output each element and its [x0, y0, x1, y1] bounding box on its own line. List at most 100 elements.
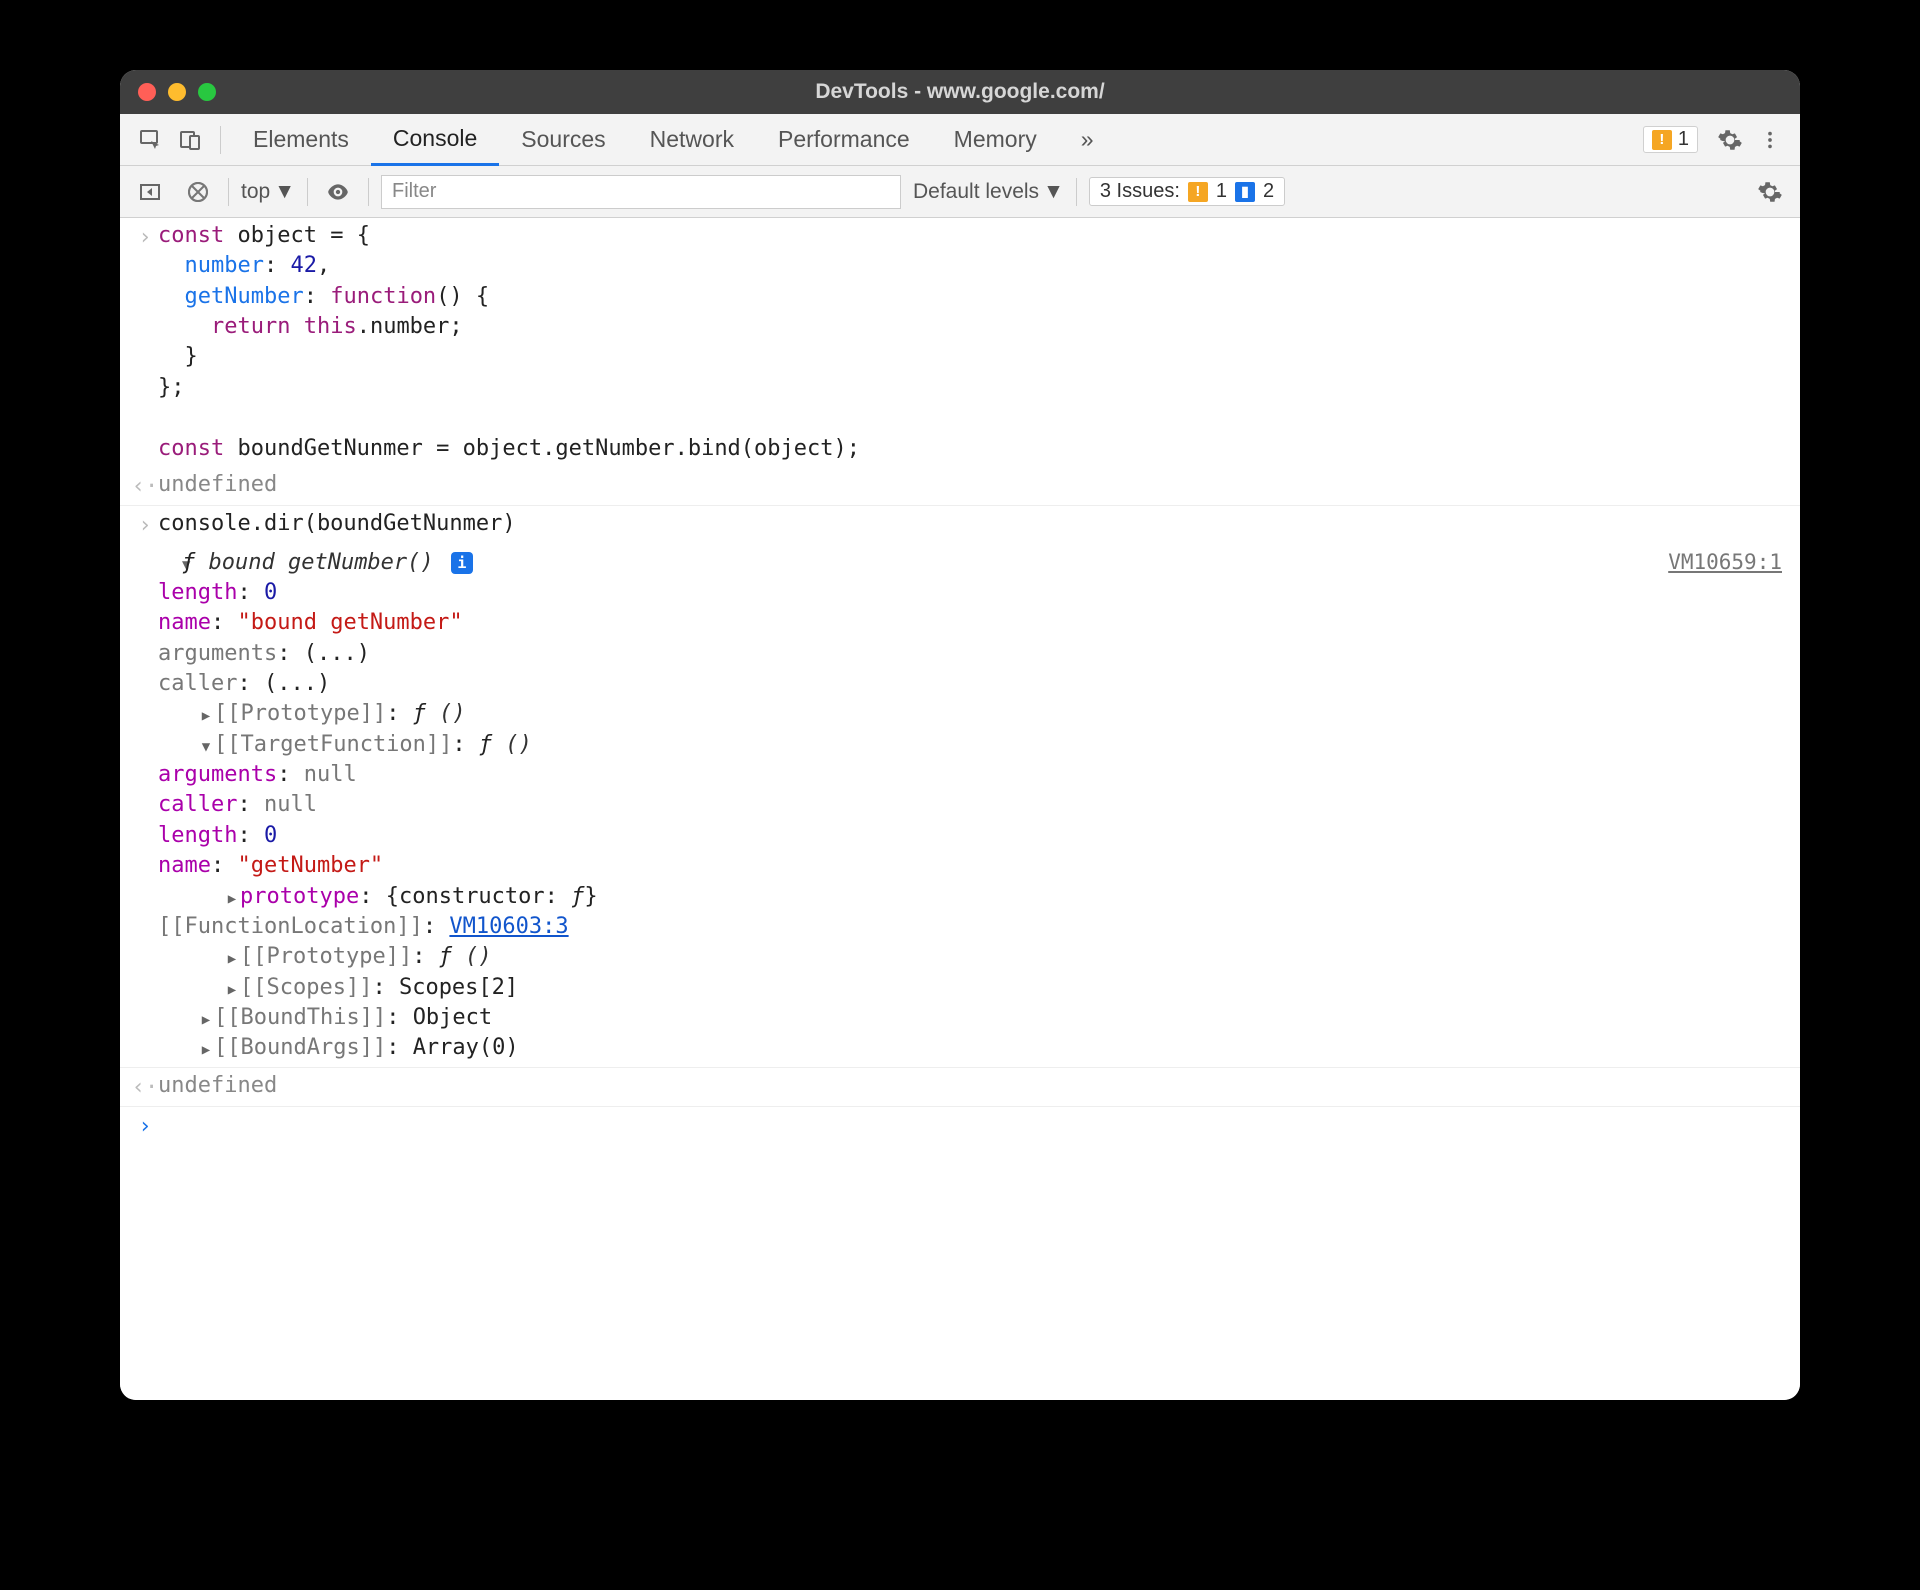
tab-memory[interactable]: Memory — [932, 114, 1059, 166]
prop-key: [[BoundArgs]] — [214, 1035, 386, 1060]
console-input-row: › const object = { number: 42, getNumber… — [120, 218, 1800, 467]
warnings-badge[interactable]: ! 1 — [1643, 126, 1698, 153]
prop-key: length — [158, 580, 237, 605]
prop-key: [[Prototype]] — [240, 944, 412, 969]
prop-key: length — [158, 823, 237, 848]
inspect-icon[interactable] — [132, 122, 168, 158]
context-label: top — [241, 180, 270, 204]
issues-button[interactable]: 3 Issues: ! 1 ▮ 2 — [1089, 177, 1285, 206]
settings-gear-icon[interactable] — [1712, 122, 1748, 158]
device-toggle-icon[interactable] — [172, 122, 208, 158]
expand-toggle-icon[interactable] — [224, 882, 240, 912]
prop-key: prototype — [240, 884, 359, 909]
traffic-lights — [138, 83, 216, 101]
chevron-down-icon: ▼ — [274, 180, 295, 204]
prop-key: arguments — [158, 762, 277, 787]
undefined-result: undefined — [158, 1071, 1788, 1101]
prop-value: {constructor: ƒ} — [386, 884, 598, 909]
undefined-result: undefined — [158, 470, 1788, 500]
divider — [307, 178, 308, 206]
issues-info-count: 2 — [1263, 180, 1274, 203]
issues-label: 3 Issues: — [1100, 180, 1180, 203]
input-chevron-icon: › — [132, 509, 158, 541]
prop-key: [[FunctionLocation]] — [158, 914, 423, 939]
levels-label: Default levels — [913, 180, 1039, 204]
expand-toggle-icon[interactable] — [224, 942, 240, 972]
prop-value: Object — [413, 1005, 492, 1030]
log-levels-selector[interactable]: Default levels ▼ — [913, 180, 1064, 204]
issues-warn-count: 1 — [1216, 180, 1227, 203]
warning-icon: ! — [1652, 130, 1672, 150]
warning-icon: ! — [1188, 182, 1208, 202]
prop-key: name — [158, 853, 211, 878]
console-sidebar-toggle-icon[interactable] — [132, 174, 168, 210]
warnings-count: 1 — [1678, 128, 1689, 151]
devtools-window: DevTools - www.google.com/ Elements Cons… — [120, 70, 1800, 1400]
tabs-overflow[interactable]: » — [1059, 114, 1116, 166]
output-chevron-icon: ‹· — [132, 470, 158, 502]
console-dir-row: ƒ bound getNumber() i VM10659:1 length: … — [120, 545, 1800, 1067]
clear-console-icon[interactable] — [180, 174, 216, 210]
prop-value: "getNumber" — [237, 853, 383, 878]
prop-key: caller — [158, 792, 237, 817]
expand-toggle-icon[interactable] — [198, 1033, 214, 1063]
live-expression-icon[interactable] — [320, 174, 356, 210]
info-icon: ▮ — [1235, 182, 1255, 202]
chevron-down-icon: ▼ — [1043, 180, 1064, 204]
prop-key: name — [158, 610, 211, 635]
divider — [1076, 178, 1077, 206]
input-chevron-icon: › — [132, 221, 158, 253]
function-signature: bound getNumber() — [195, 550, 433, 575]
code-line: console.dir(boundGetNunmer) — [158, 509, 1788, 539]
prop-value: "bound getNumber" — [237, 610, 462, 635]
prop-value: null — [264, 792, 317, 817]
prop-value: Scopes[2] — [399, 975, 518, 1000]
tab-network[interactable]: Network — [628, 114, 756, 166]
prop-key: caller — [158, 671, 237, 696]
main-tabs: Elements Console Sources Network Perform… — [120, 114, 1800, 166]
console-output[interactable]: › const object = { number: 42, getNumber… — [120, 218, 1800, 1400]
source-link[interactable]: VM10659:1 — [1668, 548, 1788, 577]
minimize-window-button[interactable] — [168, 83, 186, 101]
tab-console[interactable]: Console — [371, 114, 499, 166]
console-result-row: ‹· undefined — [120, 1067, 1800, 1107]
divider — [368, 178, 369, 206]
tab-performance[interactable]: Performance — [756, 114, 932, 166]
tab-elements[interactable]: Elements — [231, 114, 371, 166]
console-toolbar: top ▼ Default levels ▼ 3 Issues: ! 1 ▮ 2 — [120, 166, 1800, 218]
filter-input[interactable] — [381, 175, 901, 209]
expand-toggle-icon[interactable] — [158, 548, 182, 578]
titlebar: DevTools - www.google.com/ — [120, 70, 1800, 114]
expand-toggle-icon[interactable] — [198, 730, 214, 760]
gutter — [132, 548, 158, 550]
prop-value: null — [304, 762, 357, 787]
expand-toggle-icon[interactable] — [224, 973, 240, 1003]
kebab-menu-icon[interactable] — [1752, 122, 1788, 158]
window-title: DevTools - www.google.com/ — [120, 80, 1800, 104]
close-window-button[interactable] — [138, 83, 156, 101]
prompt-chevron-icon: › — [132, 1110, 158, 1142]
console-input-row: › console.dir(boundGetNunmer) — [120, 506, 1800, 544]
expand-toggle-icon[interactable] — [198, 1003, 214, 1033]
prop-key: [[TargetFunction]] — [214, 732, 452, 757]
function-location-link[interactable]: VM10603:3 — [449, 914, 568, 939]
tab-sources[interactable]: Sources — [499, 114, 627, 166]
console-prompt-row[interactable]: › — [120, 1107, 1800, 1145]
divider — [228, 178, 229, 206]
output-chevron-icon: ‹· — [132, 1071, 158, 1103]
prop-value[interactable]: (...) — [304, 641, 370, 666]
context-selector[interactable]: top ▼ — [241, 180, 295, 204]
function-symbol: ƒ — [182, 550, 195, 575]
prop-key: [[Scopes]] — [240, 975, 372, 1000]
expand-toggle-icon[interactable] — [198, 699, 214, 729]
divider — [220, 126, 221, 154]
zoom-window-button[interactable] — [198, 83, 216, 101]
prop-key: arguments — [158, 641, 277, 666]
console-settings-gear-icon[interactable] — [1752, 174, 1788, 210]
prop-key: [[Prototype]] — [214, 701, 386, 726]
info-badge-icon[interactable]: i — [451, 552, 473, 574]
prop-value: Array(0) — [413, 1035, 519, 1060]
prop-key: [[BoundThis]] — [214, 1005, 386, 1030]
prop-value: 0 — [264, 580, 277, 605]
prop-value[interactable]: (...) — [264, 671, 330, 696]
